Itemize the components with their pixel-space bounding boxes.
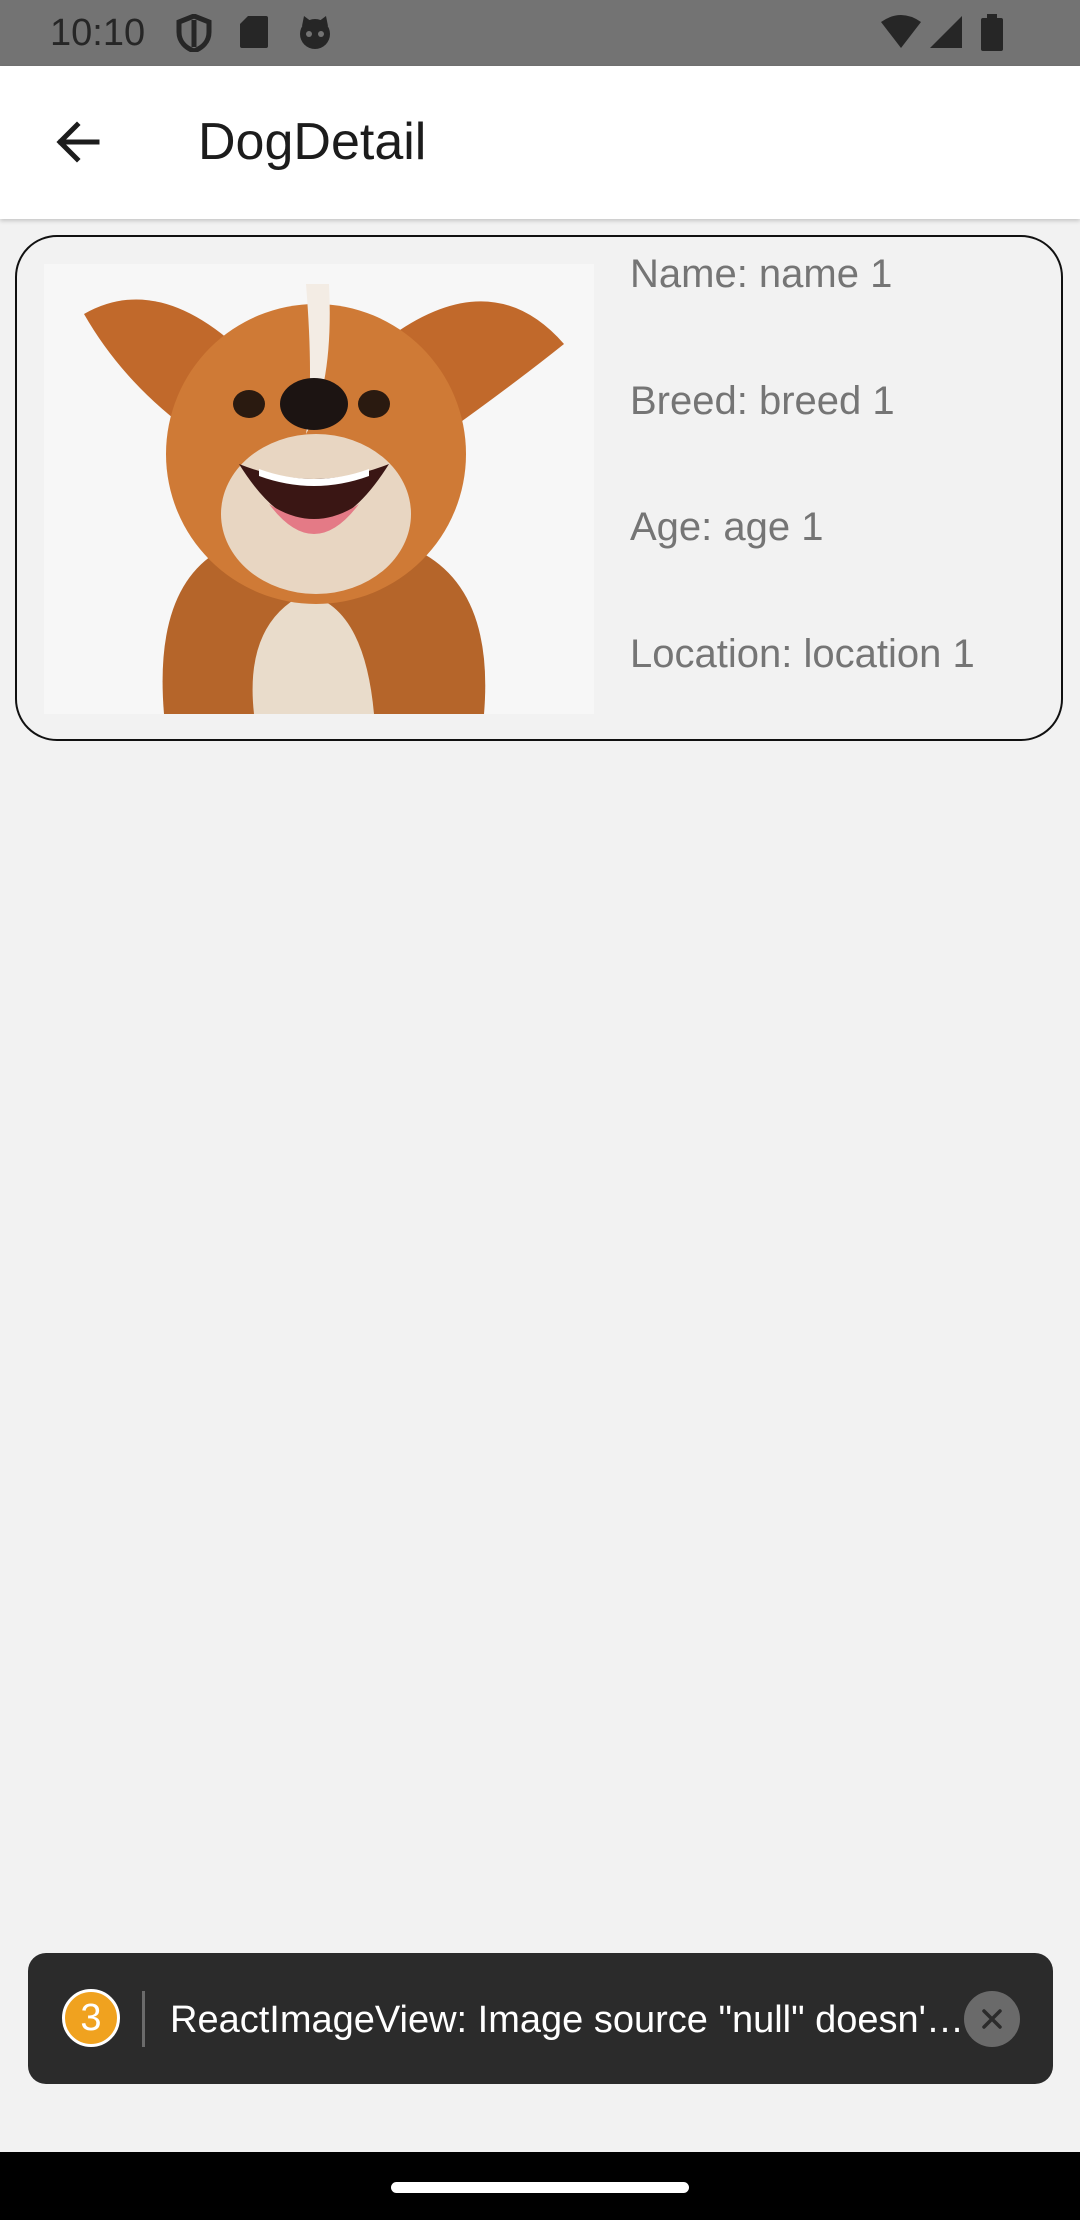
warning-count-badge: 3: [62, 1989, 120, 2047]
dog-breed: Breed: breed 1: [630, 379, 895, 423]
arrow-back-icon: [56, 121, 100, 163]
warning-toast[interactable]: 3 ReactImageView: Image source "null" do…: [28, 1953, 1053, 2084]
home-handle[interactable]: [391, 2182, 689, 2193]
dog-age: Age: age 1: [630, 505, 824, 549]
battery-icon: [980, 14, 1004, 57]
status-bar: 10:10: [0, 0, 1080, 66]
shield-icon: [176, 13, 212, 57]
cat-icon: [296, 14, 334, 57]
toast-message: ReactImageView: Image source "null" does…: [170, 1999, 970, 2041]
dog-location: Location: location 1: [630, 632, 975, 676]
status-time: 10:10: [50, 12, 146, 54]
dog-photo: [44, 264, 594, 714]
sd-card-icon: [238, 14, 270, 55]
signal-icon: [928, 14, 964, 55]
toast-divider: [142, 1991, 145, 2047]
close-icon: [982, 2009, 1002, 2029]
dog-name: Name: name 1: [630, 252, 893, 296]
page-title: DogDetail: [198, 113, 427, 171]
toast-close-button[interactable]: [964, 1991, 1020, 2047]
app-bar: DogDetail: [0, 66, 1080, 219]
wifi-icon: [880, 14, 922, 55]
back-button[interactable]: [30, 102, 126, 182]
